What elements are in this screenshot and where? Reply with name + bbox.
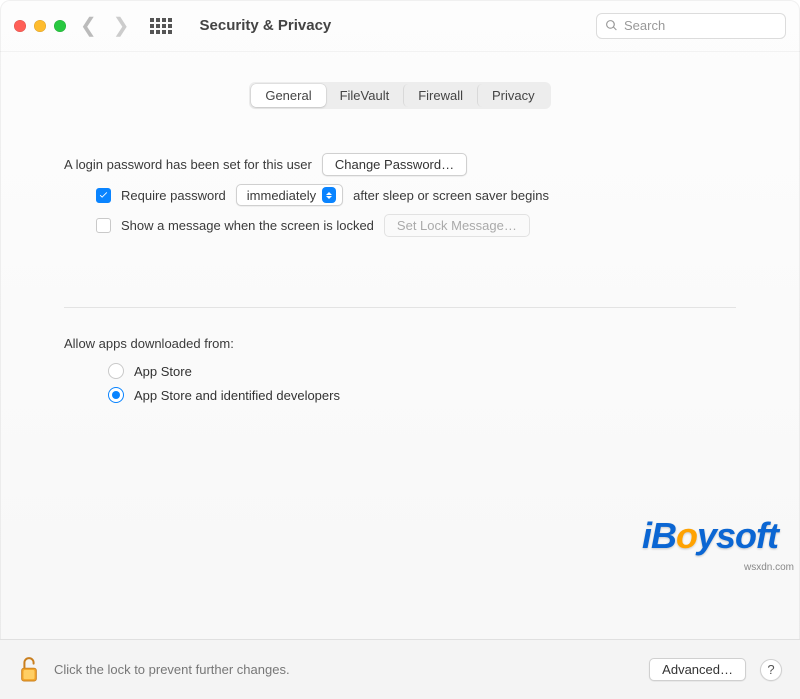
- popup-arrows-icon: [322, 187, 336, 203]
- window-footer: Click the lock to prevent further change…: [0, 639, 800, 699]
- traffic-lights: [14, 20, 66, 32]
- show-lock-message-label: Show a message when the screen is locked: [121, 218, 374, 233]
- search-placeholder: Search: [624, 18, 665, 33]
- content-area: General FileVault Firewall Privacy A log…: [0, 52, 800, 639]
- forward-button[interactable]: ❯: [113, 16, 130, 36]
- login-password-text: A login password has been set for this u…: [64, 157, 312, 172]
- require-password-checkbox[interactable]: [96, 188, 111, 203]
- show-all-icon[interactable]: [150, 18, 172, 34]
- checkmark-icon: [98, 190, 109, 201]
- minimize-window-button[interactable]: [34, 20, 46, 32]
- panel-divider: [64, 307, 736, 308]
- lock-hint-text: Click the lock to prevent further change…: [54, 662, 290, 677]
- change-password-button[interactable]: Change Password…: [322, 153, 467, 176]
- allow-apps-radio-appstore[interactable]: [108, 363, 124, 379]
- tab-general[interactable]: General: [251, 84, 325, 107]
- watermark-url: wsxdn.com: [744, 562, 794, 573]
- close-window-button[interactable]: [14, 20, 26, 32]
- allow-apps-label: Allow apps downloaded from:: [64, 336, 736, 351]
- show-lock-message-checkbox[interactable]: [96, 218, 111, 233]
- allow-apps-option-0: App Store: [134, 364, 192, 379]
- require-password-delay-value: immediately: [247, 188, 316, 203]
- security-privacy-window: ❮ ❯ Security & Privacy Search General Fi…: [0, 0, 800, 699]
- fullscreen-window-button[interactable]: [54, 20, 66, 32]
- require-password-label-pre: Require password: [121, 188, 226, 203]
- tab-firewall[interactable]: Firewall: [403, 84, 477, 107]
- toolbar-nav: ❮ ❯: [80, 16, 130, 36]
- help-button[interactable]: ?: [760, 659, 782, 681]
- general-panel: A login password has been set for this u…: [24, 139, 776, 639]
- allow-apps-radio-identified[interactable]: [108, 387, 124, 403]
- lock-icon[interactable]: [18, 656, 40, 684]
- back-button[interactable]: ❮: [80, 16, 97, 36]
- search-field[interactable]: Search: [596, 13, 786, 39]
- watermark-logo: iBoysoft: [642, 515, 778, 557]
- require-password-delay-popup[interactable]: immediately: [236, 184, 343, 206]
- tab-filevault[interactable]: FileVault: [326, 84, 404, 107]
- tab-privacy[interactable]: Privacy: [477, 84, 549, 107]
- window-toolbar: ❮ ❯ Security & Privacy Search: [0, 0, 800, 52]
- advanced-button[interactable]: Advanced…: [649, 658, 746, 681]
- set-lock-message-button[interactable]: Set Lock Message…: [384, 214, 530, 237]
- tab-bar: General FileVault Firewall Privacy: [249, 82, 550, 109]
- window-title: Security & Privacy: [200, 17, 332, 34]
- search-icon: [605, 19, 618, 32]
- allow-apps-option-1: App Store and identified developers: [134, 388, 340, 403]
- require-password-label-post: after sleep or screen saver begins: [353, 188, 549, 203]
